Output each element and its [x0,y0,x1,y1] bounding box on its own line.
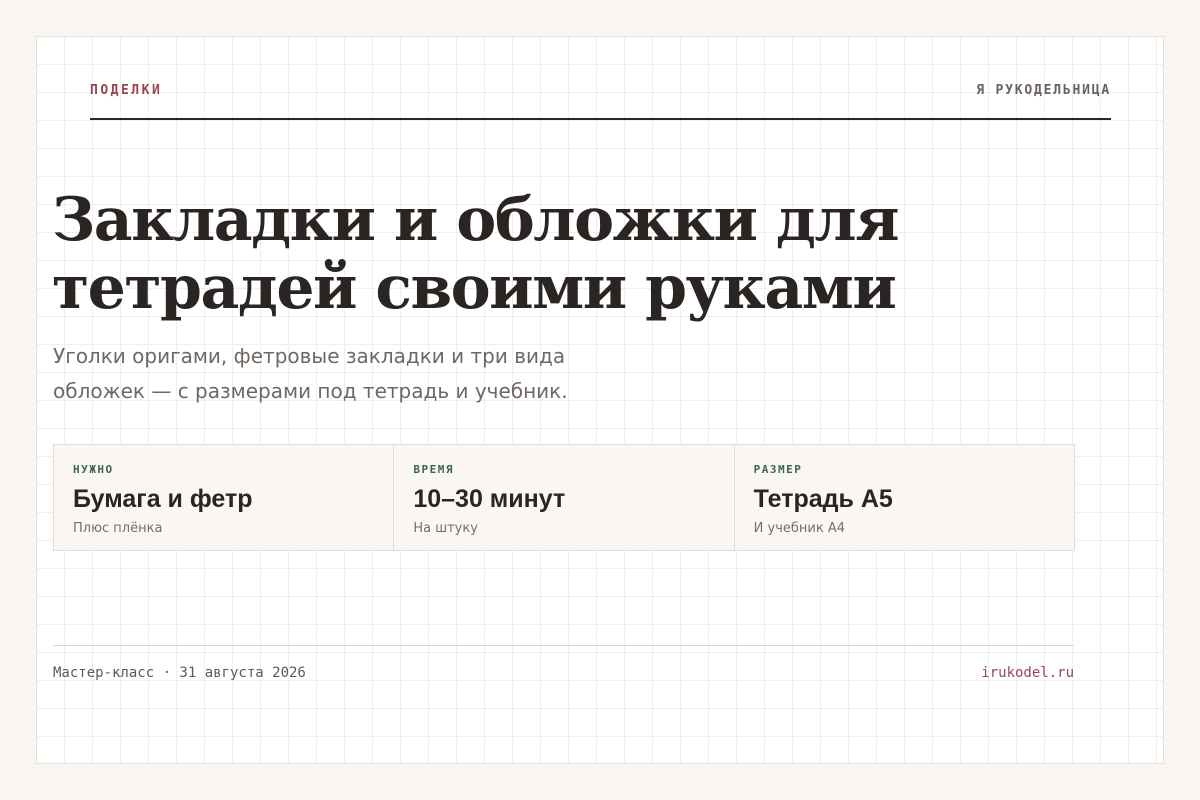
stats-panel: НУЖНО Бумага и фетр Плюс плёнка ВРЕМЯ 10… [53,444,1075,551]
stat-note: На штуку [413,521,478,536]
brand-name: Я РУКОДЕЛЬНИЦА [976,83,1111,98]
category-kicker: ПОДЕЛКИ [90,83,163,98]
stat-value: Бумага и фетр [73,485,253,513]
stat-label: РАЗМЕР [753,463,803,476]
footer: Мастер-класс · 31 августа 2026 irukodel.… [53,645,1074,685]
stat-materials: НУЖНО Бумага и фетр Плюс плёнка [54,445,395,550]
header: ПОДЕЛКИ Я РУКОДЕЛЬНИЦА [90,83,1111,120]
stat-note: И учебник А4 [753,521,845,536]
stat-label: ВРЕМЯ [413,463,454,476]
subtitle-line-2: обложек — с размерами под тетрадь и учеб… [53,379,568,403]
stat-value: 10–30 минут [413,485,566,513]
title-line-2: тетрадей своими руками [52,253,897,323]
subtitle: Уголки оригами, фетровые закладки и три … [53,339,673,409]
site-link[interactable]: irukodel.ru [981,665,1074,681]
page-title: Закладки и обложки для тетрадей своими р… [52,186,952,322]
stat-size: РАЗМЕР Тетрадь А5 И учебник А4 [735,445,1074,550]
subtitle-line-1: Уголки оригами, фетровые закладки и три … [53,344,566,368]
stat-label: НУЖНО [73,463,114,476]
stat-time: ВРЕМЯ 10–30 минут На штуку [394,445,735,550]
event-date: Мастер-класс · 31 августа 2026 [53,665,306,681]
stat-note: Плюс плёнка [73,521,163,536]
stat-value: Тетрадь А5 [753,485,893,513]
title-line-1: Закладки и обложки для [52,185,900,255]
